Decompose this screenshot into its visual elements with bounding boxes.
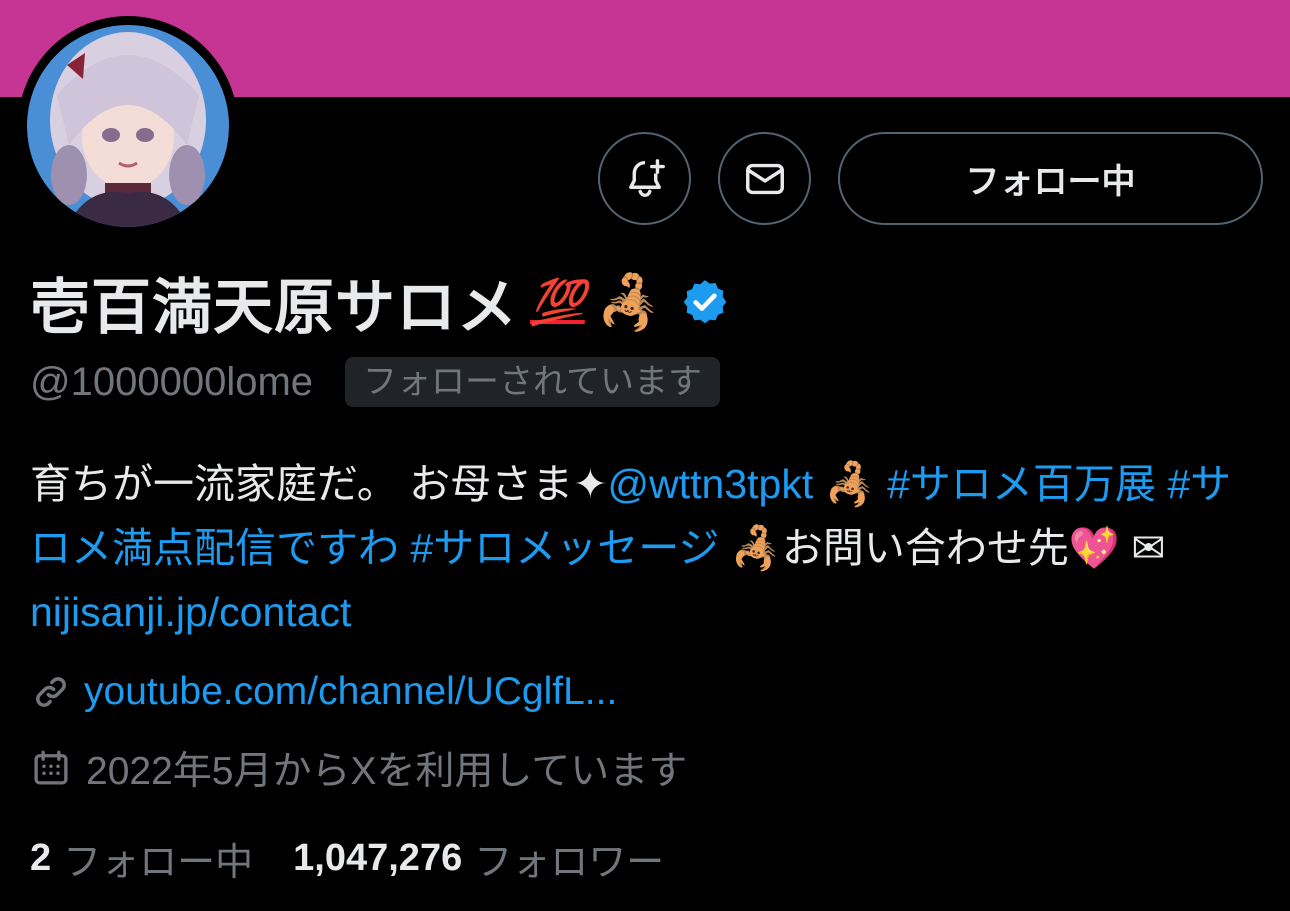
website-row: youtube.com/channel/UCglfL... [30,664,617,720]
display-name: 壱百満天原サロメ [30,273,518,341]
follow-stats: 2 フォロー中 1,047,276 フォロワー [30,830,664,886]
following-button[interactable]: フォロー中 [838,132,1263,225]
bio-hashtag-link[interactable]: #サロメ百万展 [887,461,1156,507]
website-link[interactable]: youtube.com/channel/UCglfL... [84,670,617,714]
calendar-icon [34,750,68,785]
handle-row: @1000000lome フォローされています [30,356,721,408]
envelope-icon [745,163,784,194]
profile-bio: 育ちが一流家庭だ。 お母さま✦@wttn3tpkt 🦂 #サロメ百万展 #サロメ… [30,452,1240,644]
followers-label: フォロワー [474,841,665,884]
bio-text: お問い合わせ先 [781,525,1069,571]
following-count: 2 [30,836,52,879]
joined-date: 2022年5月からXを利用しています [86,750,688,793]
notifications-button[interactable] [598,132,691,225]
profile-avatar[interactable] [18,16,238,236]
bio-mention-link[interactable]: @wttn3tpkt [608,461,814,507]
sparkle-icon: ✦ [573,460,608,508]
verified-badge-icon[interactable] [680,277,730,327]
hundred-points-icon: 💯 [530,277,585,328]
scorpion-icon: 🦂 [596,272,662,333]
followers-count: 1,047,276 [293,836,463,879]
bell-plus-icon [628,158,665,197]
sparkling-heart-icon: 💖 [1068,524,1120,572]
following-label: フォロー中 [63,841,254,884]
username-handle: @1000000lome [30,359,314,404]
joined-date-row: 2022年5月からXを利用しています [30,740,687,796]
avatar-image [27,25,229,227]
scorpion-icon: 🦂 [730,524,782,572]
following-stat-link[interactable]: 2 フォロー中 [30,831,253,886]
follows-you-badge: フォローされています [345,357,721,407]
bio-text: 育ちが一流家庭だ。 お母さま [30,461,574,507]
scorpion-icon: 🦂 [824,460,876,508]
envelope-emoji-icon: ✉ [1131,524,1166,572]
message-button[interactable] [718,132,811,225]
display-name-row: 壱百満天原サロメ 💯 🦂 [30,264,730,341]
bio-contact-link[interactable]: nijisanji.jp/contact [30,589,351,635]
bio-hashtag-link[interactable]: #サロメッセージ [410,525,719,571]
followers-stat-link[interactable]: 1,047,276 フォロワー [293,831,664,886]
link-icon [36,677,66,707]
